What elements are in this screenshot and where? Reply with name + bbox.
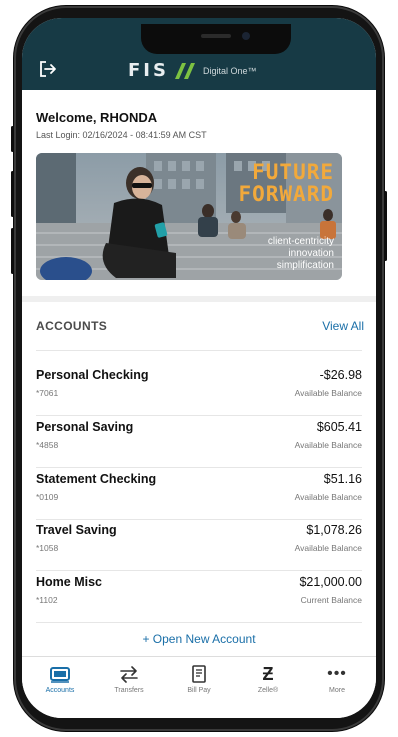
banner-tagline-1: client-centricity [267,236,334,247]
nav-label: Bill Pay [187,687,211,694]
account-balance: $51.16 [323,472,362,486]
account-balance: -$26.98 [319,368,362,382]
promo-banner[interactable]: FUTURE FORWARD client-centricity innovat… [36,153,342,280]
account-row-personal-checking[interactable]: Personal Checking *7061 -$26.98 Availabl… [22,362,376,414]
account-balance-label: Current Balance [300,595,362,605]
account-row-travel-saving[interactable]: Travel Saving *1058 $1,078.26 Available … [22,517,376,569]
front-camera [242,32,250,40]
divider [36,622,362,623]
account-number: *4858 [36,440,59,450]
account-balance-label: Available Balance [294,543,362,553]
account-balance-label: Available Balance [294,492,362,502]
app-screen: FIS Digital One™ Welcome, RHONDA Last Lo… [22,18,376,718]
nav-bill-pay[interactable]: Bill Pay [169,665,229,694]
nav-label: Accounts [45,687,75,694]
account-balance: $605.41 [316,420,362,434]
volume-up-button [11,171,14,217]
divider [36,350,362,351]
nav-label: More [329,687,345,694]
fis-logo-text: FIS [128,60,169,81]
speaker-grille [201,34,231,38]
product-name: Digital One™ [202,65,257,76]
nav-transfers[interactable]: Transfers [99,665,159,694]
brand-logo: FIS Digital One™ [128,60,257,81]
banner-headline-line1: FUTURE [252,160,334,184]
bill-pay-icon [192,665,206,683]
main-content: Welcome, RHONDA Last Login: 02/16/2024 -… [22,90,376,656]
nav-label: Zelle® [257,687,279,694]
account-number: *0109 [36,492,59,502]
accounts-section-title: ACCOUNTS [36,319,108,333]
view-all-link[interactable]: View All [322,319,364,333]
open-new-account-link[interactable]: + Open New Account [22,632,376,646]
last-login-text: Last Login: 02/16/2024 - 08:41:59 AM CST [36,130,207,140]
account-number: *7061 [36,388,59,398]
nav-zelle[interactable]: Ƶ Zelle® [238,665,298,694]
account-row-home-misc[interactable]: Home Misc *1102 $21,000.00 Current Balan… [22,569,376,621]
account-name: Statement Checking [36,472,157,486]
account-number: *1058 [36,543,59,553]
accounts-icon [50,667,70,683]
account-number: *1102 [36,595,58,605]
transfers-icon [120,666,138,683]
accounts-card: ACCOUNTS View All Personal Checking *706… [22,302,376,656]
banner-headline-line2: FORWARD [238,182,334,206]
more-icon: ••• [327,665,347,682]
welcome-card: Welcome, RHONDA Last Login: 02/16/2024 -… [22,90,376,296]
banner-tagline-2: innovation [288,248,334,259]
power-button [384,191,387,261]
nav-label: Transfers [114,687,144,694]
account-name: Home Misc [36,575,102,589]
account-balance: $1,078.26 [306,523,362,537]
account-row-statement-checking[interactable]: Statement Checking *0109 $51.16 Availabl… [22,466,376,518]
mute-switch [11,126,14,152]
account-name: Travel Saving [36,523,117,537]
account-name: Personal Saving [36,420,134,434]
bottom-nav: Accounts Transfers Bill Pay Ƶ Zelle® •••… [22,656,376,718]
welcome-title: Welcome, RHONDA [36,110,158,125]
banner-taglines: client-centricity innovation simplificat… [268,236,334,272]
phone-notch [141,24,291,54]
logout-icon[interactable] [38,60,58,78]
account-balance: $21,000.00 [299,575,362,589]
volume-down-button [11,228,14,274]
fis-slash-icon [174,62,195,79]
banner-tagline-3: simplification [276,260,334,271]
account-name: Personal Checking [36,368,149,382]
account-balance-label: Available Balance [294,388,362,398]
nav-more[interactable]: ••• More [307,665,367,694]
banner-headline: FUTURE FORWARD [238,161,334,205]
account-balance-label: Available Balance [294,440,362,450]
zelle-icon: Ƶ [262,664,274,684]
account-row-personal-saving[interactable]: Personal Saving *4858 $605.41 Available … [22,414,376,466]
nav-accounts[interactable]: Accounts [30,665,90,694]
